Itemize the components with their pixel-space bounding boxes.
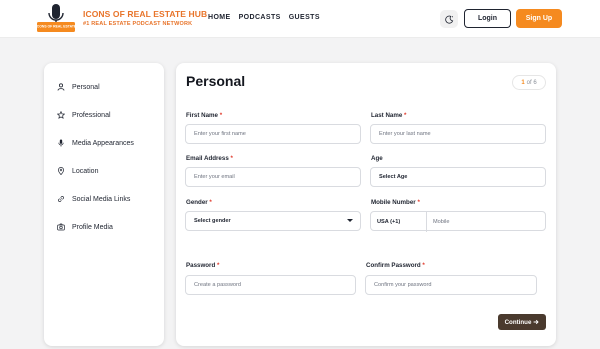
brand-subtitle: #1 REAL ESTATE PODCAST NETWORK [83, 21, 193, 27]
map-pin-icon [58, 167, 64, 175]
top-header: ICONS OF REAL ESTATE ICONS OF REAL ESTAT… [0, 0, 600, 38]
step-total: of 6 [526, 79, 537, 86]
sidebar-item-profile-media[interactable]: Profile Media [57, 223, 113, 231]
gender-label: Gender * [186, 199, 212, 206]
first-name-field[interactable]: Enter your first name [185, 124, 361, 144]
theme-toggle-button[interactable] [440, 10, 458, 28]
mobile-label: Mobile Number * [371, 199, 420, 206]
email-field[interactable]: Enter your email [185, 167, 361, 187]
password-field[interactable]: Create a password [185, 275, 356, 295]
user-icon [57, 83, 65, 91]
mobile-field: USA (+1) Mobile [370, 211, 546, 232]
continue-button[interactable]: Continue [498, 314, 546, 330]
nav-podcasts[interactable]: PODCASTS [239, 14, 281, 21]
age-label: Age [371, 155, 383, 162]
age-select[interactable]: Select Age [370, 167, 546, 187]
personal-form-card: Personal 1 of 6 First Name * Enter your … [176, 63, 556, 346]
last-name-field[interactable]: Enter your last name [370, 124, 546, 144]
mobile-number-input[interactable]: Mobile [433, 212, 449, 232]
continue-label: Continue [504, 318, 532, 326]
first-name-label: First Name * [186, 112, 223, 119]
last-name-label: Last Name * [371, 112, 407, 119]
chevron-down-icon [347, 219, 353, 222]
logo[interactable]: ICONS OF REAL ESTATE [35, 3, 77, 34]
nav-home[interactable]: HOME [208, 14, 231, 21]
moon-sun-icon [444, 15, 453, 24]
sidebar-item-label: Profile Media [72, 223, 113, 231]
brand-title: ICONS OF REAL ESTATE HUB [83, 9, 208, 19]
gender-select[interactable]: Select gender [185, 211, 361, 231]
main-nav: HOME PODCASTS GUESTS [208, 14, 320, 21]
nav-guests[interactable]: GUESTS [289, 14, 320, 21]
step-current: 1 [521, 79, 525, 86]
confirm-password-label: Confirm Password * [366, 262, 425, 269]
sidebar-item-label: Social Media Links [72, 195, 131, 203]
login-button[interactable]: Login [464, 9, 511, 28]
microphone-icon [58, 139, 64, 147]
sidebar-item-social-media-links[interactable]: Social Media Links [57, 195, 130, 203]
page-title: Personal [186, 73, 246, 89]
sidebar-item-label: Location [72, 167, 99, 175]
confirm-password-field[interactable]: Confirm your password [365, 275, 537, 295]
sidebar-item-label: Media Appearances [72, 139, 134, 147]
arrow-right-icon [534, 319, 540, 325]
star-icon [57, 111, 65, 119]
sidebar-item-location[interactable]: Location [57, 167, 98, 175]
camera-icon [57, 223, 65, 231]
sidebar-item-media-appearances[interactable]: Media Appearances [57, 139, 134, 147]
step-indicator: 1 of 6 [512, 75, 546, 90]
email-label: Email Address * [186, 155, 233, 162]
sidebar-item-label: Personal [72, 83, 100, 91]
sidebar-item-professional[interactable]: Professional [57, 111, 111, 119]
signup-button[interactable]: Sign Up [516, 9, 562, 28]
form-sections-sidebar: Personal Professional Media Appearances … [44, 63, 164, 346]
logo-text: ICONS OF REAL ESTATE [36, 25, 77, 29]
link-icon [58, 196, 64, 202]
gender-select-value: Select gender [194, 218, 231, 224]
country-code-select[interactable]: USA (+1) [371, 212, 427, 232]
sidebar-item-personal[interactable]: Personal [57, 83, 100, 91]
sidebar-item-label: Professional [72, 111, 111, 119]
password-label: Password * [186, 262, 220, 269]
